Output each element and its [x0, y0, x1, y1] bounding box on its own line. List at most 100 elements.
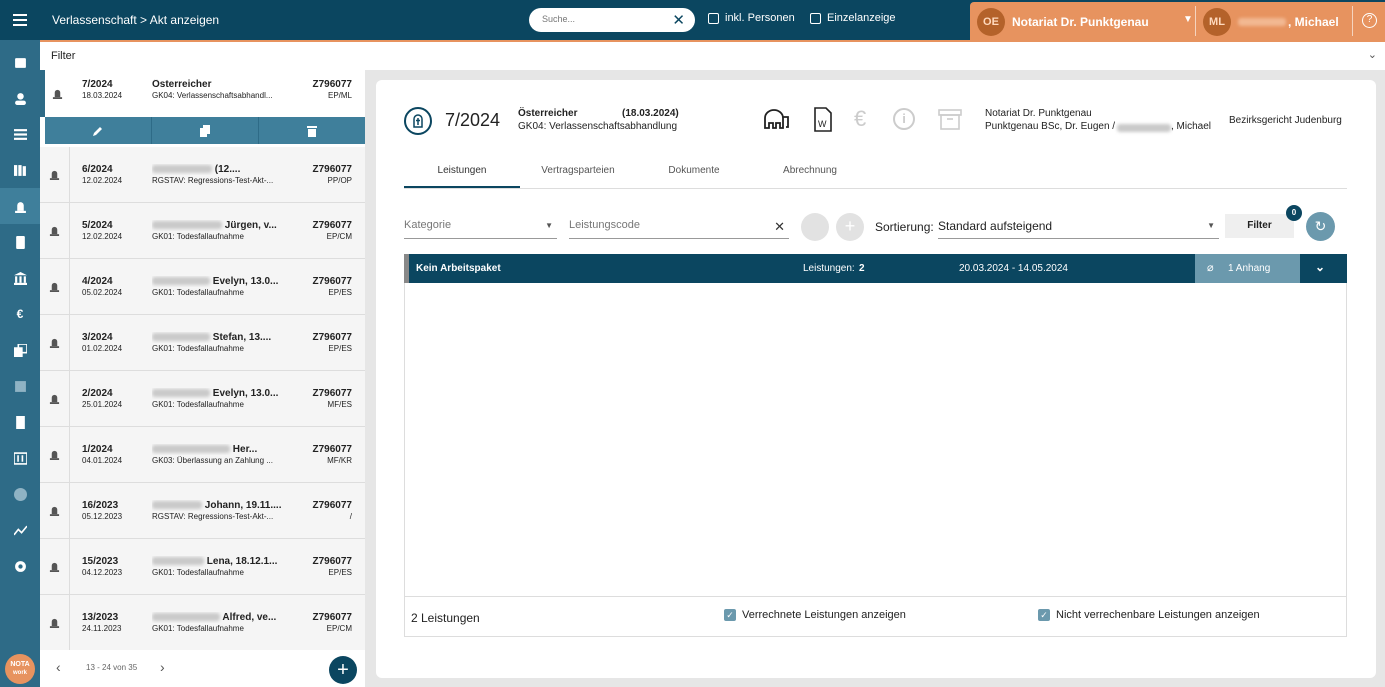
estate-icon [40, 203, 70, 258]
refresh-button[interactable]: ↻ [1306, 212, 1335, 241]
tab-leistungen[interactable]: Leistungen [404, 165, 520, 176]
euro-icon: € [854, 106, 867, 131]
list-item[interactable]: 2/2024 25.01.2024 Evelyn, 13.0... GK01: To… [40, 371, 365, 427]
case-name: Österreicher [518, 108, 578, 119]
leistungen-content [404, 283, 1347, 637]
estate-icon [404, 107, 432, 135]
search-input[interactable]: Suche... ✕ [529, 8, 695, 32]
breadcrumb: Verlassenschaft > Akt anzeigen [52, 13, 220, 27]
estate-icon [40, 595, 70, 650]
clear-icon[interactable]: ✕ [774, 219, 785, 235]
statistics-icon[interactable] [0, 512, 40, 548]
list-item[interactable]: 13/2023 24.11.2023 Alfred, ve... GK01: Tod… [40, 595, 365, 651]
chevron-down-icon[interactable]: ⌄ [1315, 260, 1325, 274]
archive-icon [938, 109, 962, 130]
inkl-personen-checkbox[interactable]: inkl. Personen [708, 12, 795, 24]
clear-search-icon[interactable]: ✕ [672, 11, 685, 29]
user-name[interactable]: , Michael [1288, 15, 1339, 29]
work-package-title: Kein Arbeitspaket [416, 263, 501, 274]
top-bar: Verlassenschaft > Akt anzeigen Suche... … [40, 0, 1385, 40]
tab-abrechnung[interactable]: Abrechnung [752, 165, 868, 176]
estate-icon [40, 371, 70, 426]
square-icon[interactable] [0, 368, 40, 404]
search-placeholder: Suche... [542, 14, 576, 24]
navigation-rail: € NOTA work [0, 0, 40, 687]
list-item[interactable]: 6/2024 12.02.2024 (12.... RGSTAV: Regressi… [40, 147, 365, 203]
ledger-icon[interactable] [0, 440, 40, 476]
euro-icon[interactable]: € [0, 296, 40, 332]
delete-button[interactable] [259, 117, 365, 144]
trash-icon [307, 125, 317, 137]
list-item[interactable]: 16/2023 05.12.2023 Johann, 19.11.... RGSTA… [40, 483, 365, 539]
nicht-verrechenbare-checkbox[interactable]: ✓ Nicht verrechenbare Leistungen anzeigen [1038, 609, 1260, 621]
magic-action-button[interactable] [801, 213, 829, 241]
copy-button[interactable] [152, 117, 259, 144]
calendar-icon[interactable] [0, 44, 40, 80]
list-item[interactable]: 15/2023 04.12.2023 Lena, 18.12.1... GK01: … [40, 539, 365, 595]
word-document-icon[interactable]: W [813, 107, 833, 132]
estate-icon [40, 259, 70, 314]
list-item[interactable]: 5/2024 12.02.2024 Jürgen, v... GK01: Todes… [40, 203, 365, 259]
account-area: OE Notariat Dr. Punktgenau ▼ ML , Michae… [970, 2, 1385, 40]
tab-vertragsparteien[interactable]: Vertragsparteien [520, 165, 636, 176]
active-tab-indicator [404, 186, 520, 188]
estate-icon [40, 147, 70, 202]
list-item[interactable]: 3/2024 01.02.2024 Stefan, 13.... GK01: Tod… [40, 315, 365, 371]
leistungen-footer: 2 Leistungen ✓ Verrechnete Leistungen anz… [404, 596, 1347, 636]
settings-icon[interactable] [0, 548, 40, 584]
svg-text:W: W [818, 119, 827, 129]
estate-icon [40, 427, 70, 482]
help-icon[interactable]: ? [1362, 13, 1377, 28]
org-name[interactable]: Notariat Dr. Punktgenau [1012, 15, 1149, 29]
list-item[interactable]: 1/2024 04.01.2024 Her... GK03: Überlassung… [40, 427, 365, 483]
file-text-icon[interactable] [0, 404, 40, 440]
pencil-icon [93, 126, 102, 136]
case-date: (18.03.2024) [622, 108, 679, 119]
attachment-button[interactable]: ⌀ 1 Anhang [1195, 254, 1300, 283]
list-item-selected[interactable]: 7/2024 18.03.2024 Österreicher GK04: Ver… [40, 70, 365, 117]
tab-dokumente[interactable]: Dokumente [636, 165, 752, 176]
filter-count-badge: 0 [1286, 205, 1302, 221]
sortierung-select[interactable]: Standard aufsteigend ▼ [938, 219, 1219, 239]
person-icon[interactable] [0, 80, 40, 116]
case-description: GK04: Verlassenschaftsabhandlung [518, 121, 677, 132]
next-page-icon[interactable]: › [160, 659, 165, 675]
einzelanzeige-checkbox[interactable]: Einzelanzeige [810, 12, 896, 24]
bank-icon[interactable] [0, 260, 40, 296]
estate-icon [40, 483, 70, 538]
estate-icon [40, 539, 70, 594]
books-icon[interactable] [0, 152, 40, 188]
case-number: 7/2024 [445, 110, 501, 130]
leistungscode-input[interactable]: Leistungscode ✕ [569, 219, 789, 239]
kategorie-select[interactable]: Kategorie ▼ [404, 219, 557, 239]
org-avatar[interactable]: OE [977, 8, 1005, 36]
list-icon[interactable] [0, 116, 40, 152]
copy-icon [200, 124, 210, 137]
notawork-logo: NOTA work [5, 654, 35, 684]
filter-bar[interactable]: Filter ⌄ [40, 40, 1385, 70]
user-avatar[interactable]: ML [1203, 8, 1231, 36]
menu-icon[interactable] [0, 0, 40, 40]
responsible-persons: Punktgenau BSc, Dr. Eugen / [985, 121, 1116, 132]
filter-label: Filter [51, 50, 76, 62]
court-name: Bezirksgericht Judenburg [1229, 115, 1342, 126]
detail-panel: 7/2024 Österreicher (18.03.2024) GK04: V… [376, 80, 1376, 678]
date-range: 20.03.2024 - 14.05.2024 [959, 263, 1068, 274]
document-icon[interactable] [0, 224, 40, 260]
leistungen-count: 2 [859, 263, 865, 274]
verrechnete-checkbox[interactable]: ✓ Verrechnete Leistungen anzeigen [724, 609, 906, 621]
chevron-down-icon[interactable]: ▼ [1183, 14, 1193, 25]
work-package-header[interactable]: Kein Arbeitspaket Leistungen: 2 20.03.20… [404, 254, 1347, 283]
info-icon[interactable] [0, 476, 40, 512]
chevron-down-icon[interactable]: ⌄ [1368, 48, 1377, 61]
list-item[interactable]: 4/2024 05.02.2024 Evelyn, 13.0... GK01: To… [40, 259, 365, 315]
edit-button[interactable] [45, 117, 152, 144]
copy-icon[interactable] [0, 332, 40, 368]
filter-button[interactable]: Filter [1225, 214, 1294, 238]
estate-icon[interactable] [0, 188, 40, 224]
pager: ‹ 13 - 24 von 35 › [40, 650, 365, 687]
add-case-button[interactable]: + [329, 656, 357, 684]
elephant-icon[interactable] [761, 108, 793, 132]
add-leistung-button[interactable]: + [836, 213, 864, 241]
prev-page-icon[interactable]: ‹ [56, 659, 61, 675]
